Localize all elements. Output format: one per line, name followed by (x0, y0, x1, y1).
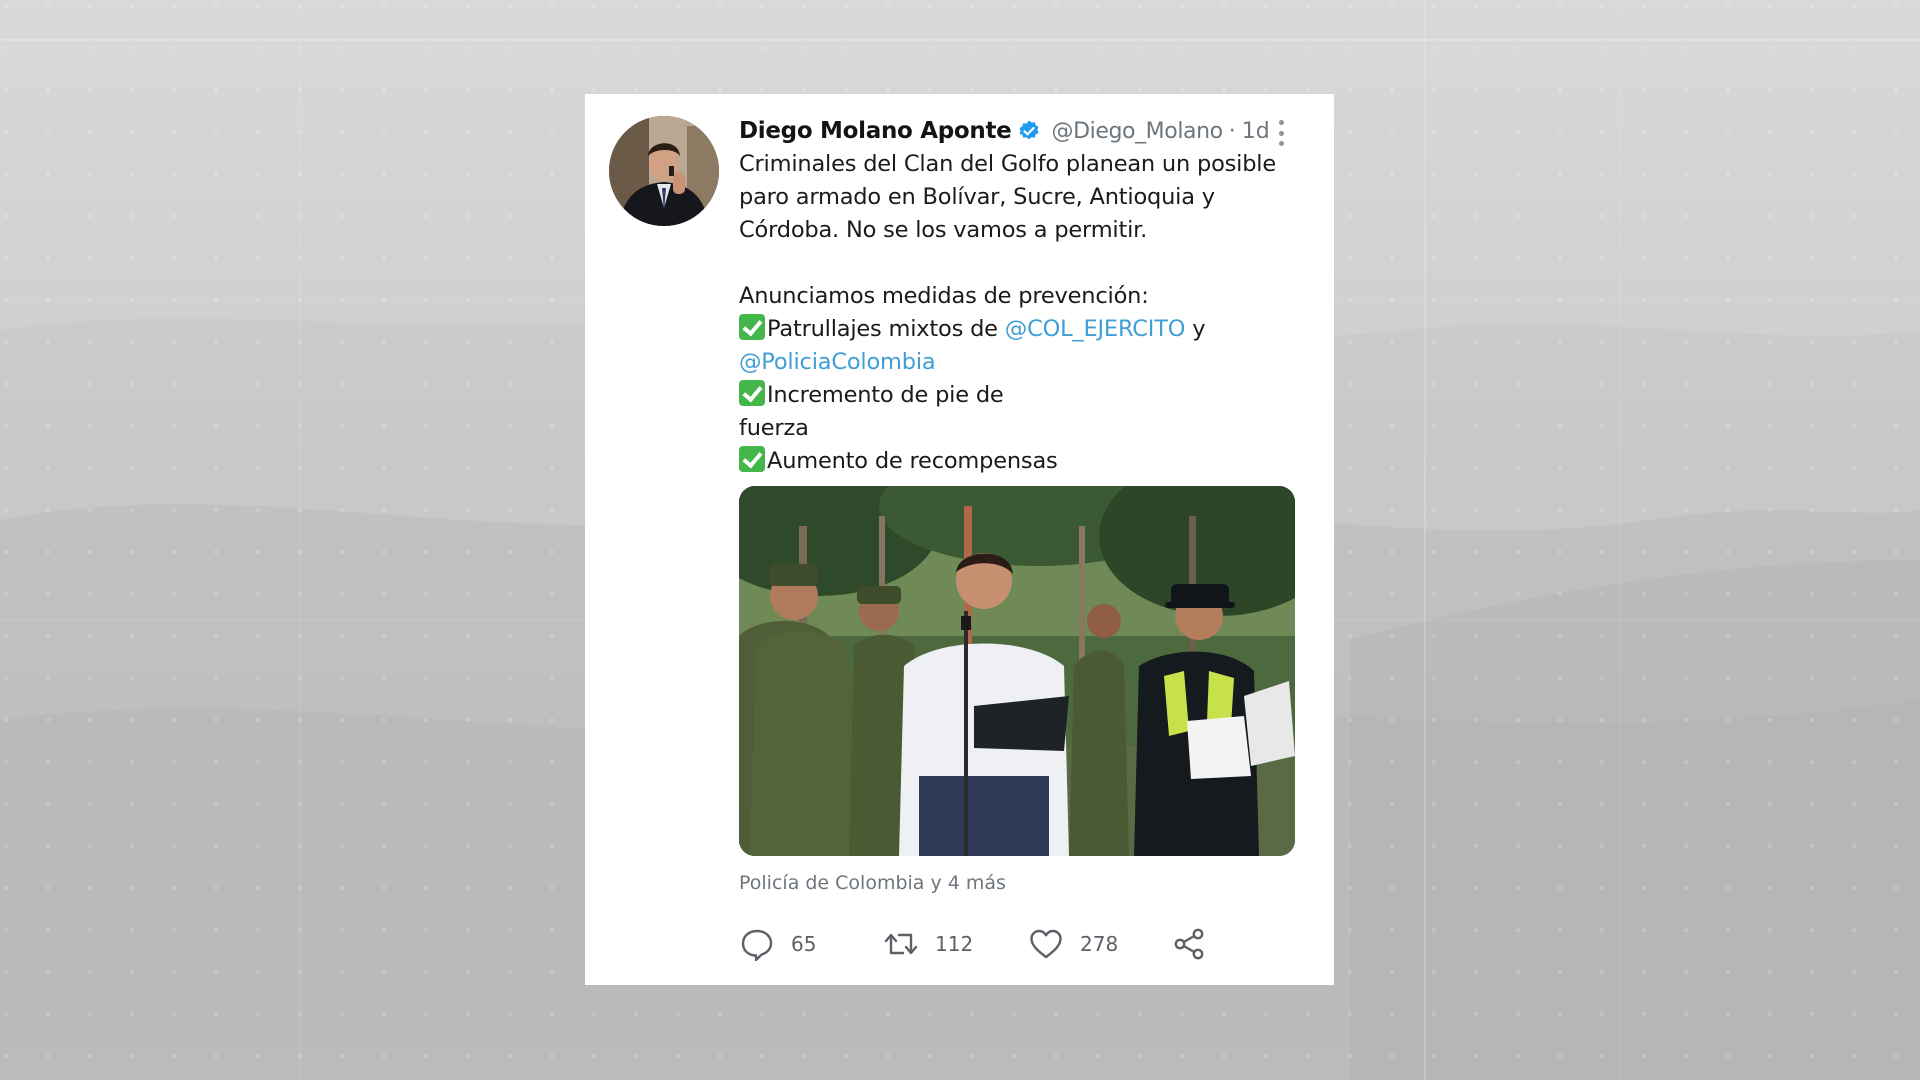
measure-item-continuation: fuerza (739, 415, 809, 441)
tweet-line: Anunciamos medidas de prevención: (739, 283, 1149, 309)
measure-text: Incremento de pie de (767, 382, 1004, 408)
tweet-line: paro armado en Bolívar, Sucre, Antioquia… (739, 184, 1215, 210)
check-mark-icon (739, 314, 765, 340)
tweet-line: Córdoba. No se los vamos a permitir. (739, 217, 1148, 243)
tweet-line: Criminales del Clan del Golfo planean un… (739, 151, 1277, 177)
avatar[interactable] (609, 116, 719, 226)
mention-link[interactable]: @COL_EJERCITO (1005, 316, 1186, 342)
tweet-actions: 65 112 278 (739, 924, 1295, 964)
heart-icon (1028, 926, 1064, 962)
reply-button[interactable]: 65 (739, 924, 816, 964)
measure-item-continuation: @PoliciaColombia (739, 346, 1309, 379)
tweet-card[interactable]: Diego Molano Aponte @Diego_Molano · 1d C… (585, 94, 1334, 985)
separator: · (1228, 118, 1236, 144)
tweet-timestamp[interactable]: 1d (1242, 119, 1270, 144)
tweet-header: Diego Molano Aponte @Diego_Molano · 1d (739, 114, 1270, 148)
like-button[interactable]: 278 (1028, 924, 1118, 964)
tweet-text: Criminales del Clan del Golfo planean un… (739, 148, 1309, 478)
author-handle[interactable]: @Diego_Molano (1051, 119, 1223, 144)
tagged-users[interactable]: Policía de Colombia y 4 más (739, 872, 1006, 894)
measure-item: Incremento de pie de (739, 379, 1309, 412)
retweet-button[interactable]: 112 (883, 924, 973, 964)
measure-item: Patrullajes mixtos de @COL_EJERCITO y (739, 313, 1309, 346)
share-icon (1171, 926, 1207, 962)
conjunction-text: y (1185, 316, 1206, 342)
reply-icon (739, 926, 775, 962)
mention-link[interactable]: @PoliciaColombia (739, 349, 936, 375)
measure-text: Aumento de recompensas (767, 448, 1058, 474)
retweet-count: 112 (935, 932, 974, 956)
more-options-icon[interactable] (1271, 116, 1291, 150)
like-count: 278 (1080, 932, 1119, 956)
author-name[interactable]: Diego Molano Aponte (739, 118, 1012, 144)
tweet-photo[interactable] (739, 486, 1295, 856)
check-mark-icon (739, 380, 765, 406)
share-button[interactable] (1171, 924, 1207, 964)
check-mark-icon (739, 446, 765, 472)
verified-badge-icon (1017, 119, 1041, 143)
reply-count: 65 (791, 932, 817, 956)
retweet-icon (883, 926, 919, 962)
measure-text: Patrullajes mixtos de (767, 316, 1005, 342)
measure-item: Aumento de recompensas (739, 445, 1309, 478)
